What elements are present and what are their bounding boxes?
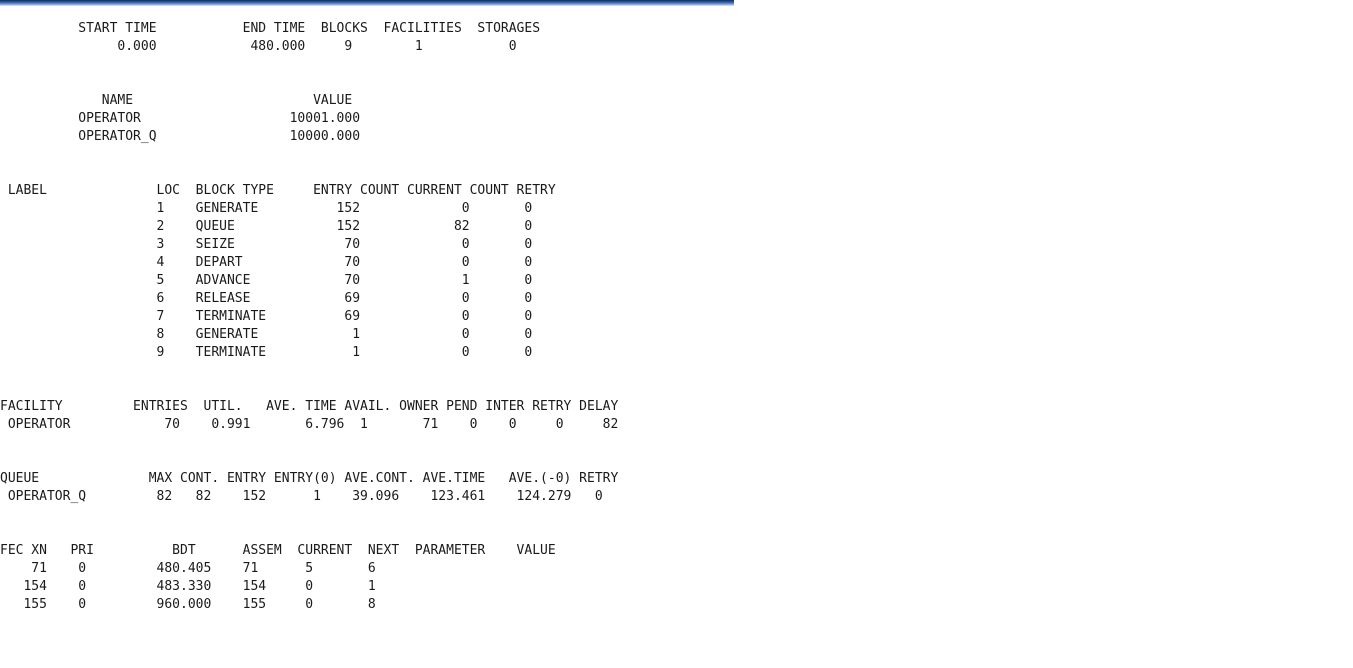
blocks-row: 6 RELEASE 69 0 0 bbox=[0, 291, 533, 306]
summary-row: 0.000 480.000 9 1 0 bbox=[0, 39, 517, 54]
fec-row: 155 0 960.000 155 0 8 bbox=[0, 597, 376, 612]
blocks-row: 1 GENERATE 152 0 0 bbox=[0, 201, 533, 216]
fec-row: 154 0 483.330 154 0 1 bbox=[0, 579, 376, 594]
window-title-bar bbox=[0, 0, 734, 6]
names-row: OPERATOR_Q 10000.000 bbox=[0, 129, 361, 144]
fec-header: FEC XN PRI BDT ASSEM CURRENT NEXT PARAME… bbox=[0, 543, 556, 558]
facility-row: OPERATOR 70 0.991 6.796 1 71 0 0 0 82 bbox=[0, 417, 619, 432]
blocks-row: 9 TERMINATE 1 0 0 bbox=[0, 345, 533, 360]
queue-header: QUEUE MAX CONT. ENTRY ENTRY(0) AVE.CONT.… bbox=[0, 471, 619, 486]
blocks-row: 3 SEIZE 70 0 0 bbox=[0, 237, 533, 252]
names-row: OPERATOR 10001.000 bbox=[0, 111, 361, 126]
names-header: NAME VALUE bbox=[0, 93, 353, 108]
summary-header: START TIME END TIME BLOCKS FACILITIES ST… bbox=[0, 21, 541, 36]
fec-row: 71 0 480.405 71 5 6 bbox=[0, 561, 376, 576]
blocks-row: 8 GENERATE 1 0 0 bbox=[0, 327, 533, 342]
blocks-row: 2 QUEUE 152 82 0 bbox=[0, 219, 533, 234]
blocks-header: LABEL LOC BLOCK TYPE ENTRY COUNT CURRENT… bbox=[0, 183, 556, 198]
facility-header: FACILITY ENTRIES UTIL. AVE. TIME AVAIL. … bbox=[0, 399, 619, 414]
queue-row: OPERATOR_Q 82 82 152 1 39.096 123.461 12… bbox=[0, 489, 603, 504]
blocks-row: 7 TERMINATE 69 0 0 bbox=[0, 309, 533, 324]
blocks-row: 5 ADVANCE 70 1 0 bbox=[0, 273, 533, 288]
blocks-row: 4 DEPART 70 0 0 bbox=[0, 255, 533, 270]
